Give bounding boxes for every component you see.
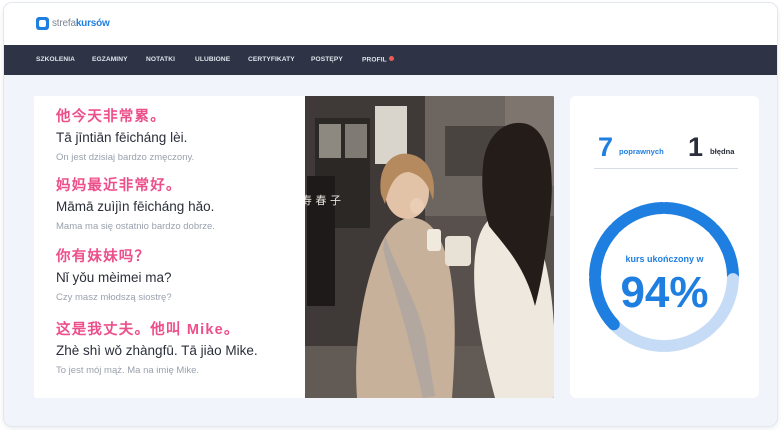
- phrase-hanzi: 这是我丈夫。他叫 Mike。: [56, 322, 240, 338]
- phrase-hanzi: 他今天非常累。: [56, 109, 166, 125]
- nav-item-szkolenia[interactable]: SZKOLENIA: [36, 56, 75, 63]
- nav-item-egzaminy[interactable]: EGZAMINY: [92, 56, 128, 63]
- nav-item-profil[interactable]: PROFIL: [362, 56, 394, 64]
- gauge-segment: [610, 321, 668, 352]
- gauge-caption: kurs ukończony w: [625, 254, 704, 264]
- phrase-pinyin: Tā jīntiān fēicháng lèi.: [56, 130, 188, 145]
- phrase-pinyin: Māmā zuìjìn fēicháng hǎo.: [56, 199, 215, 214]
- nav-item-certyfikaty[interactable]: CERTYFIKATY: [248, 56, 295, 63]
- nav-item-notatki[interactable]: NOTATKI: [146, 56, 175, 63]
- brand-logo[interactable]: strefakursów: [36, 17, 110, 30]
- phrases-card: 他今天非常累。 Tā jīntiān fēicháng lèi. On jest…: [34, 96, 554, 398]
- phrase-translation: To jest mój mąż. Ma na imię Mike.: [56, 365, 200, 376]
- wrong-label: błędna: [710, 147, 735, 156]
- brand-name: strefakursów: [52, 18, 110, 29]
- nav-item-profil-label: PROFIL: [362, 56, 387, 64]
- phrase-pinyin: Zhè shì wǒ zhàngfū. Tā jiào Mike.: [56, 343, 258, 358]
- gauge-segment: [660, 202, 718, 233]
- wrong-count: 1: [688, 132, 704, 162]
- phrase-translation: Mama ma się ostatnio bardzo dobrze.: [56, 221, 215, 232]
- phrase-translation: Czy masz młodszą siostrę?: [56, 292, 172, 303]
- gauge-value: 94%: [620, 268, 709, 317]
- lesson-photo-illustration: 寿 春 子: [305, 96, 554, 398]
- phrase-pinyin: Nǐ yǒu mèimei ma?: [56, 270, 172, 285]
- logo-icon: [36, 17, 49, 30]
- phrase-item: 你有妹妹吗？ Nǐ yǒu mèimei ma? Czy masz młodsz…: [56, 249, 306, 304]
- gauge-segment: [660, 321, 718, 352]
- phrase-item: 妈妈最近非常好。 Māmā zuìjìn fēicháng hǎo. Mama …: [56, 178, 306, 233]
- progress-card: 7 poprawnych 1 błędna kurs ukończony w 9…: [570, 96, 759, 398]
- nav-item-postepy[interactable]: POSTĘPY: [311, 56, 343, 63]
- phrase-hanzi: 你有妹妹吗？: [56, 249, 151, 265]
- nav-item-ulubione[interactable]: ULUBIONE: [195, 56, 230, 63]
- phrase-translation: On jest dzisiaj bardzo zmęczony.: [56, 152, 195, 163]
- brand-name-light: strefa: [52, 18, 76, 29]
- lesson-photo: 寿 春 子: [305, 96, 554, 398]
- sign-glyph: 寿 春 子: [305, 193, 341, 207]
- phrase-hanzi: 妈妈最近非常好。: [56, 178, 182, 194]
- notification-dot: [388, 56, 394, 61]
- correct-count: 7: [598, 132, 614, 162]
- brand-name-bold: kursów: [75, 18, 110, 29]
- gauge-segment: [589, 223, 620, 281]
- gauge-segment: [708, 223, 739, 281]
- divider: [594, 168, 738, 169]
- score-summary: 7 poprawnych 1 błędna: [570, 132, 759, 166]
- phrase-item: 这是我丈夫。他叫 Mike。 Zhè shì wǒ zhàngfū. Tā ji…: [56, 322, 306, 377]
- correct-label: poprawnych: [619, 147, 664, 156]
- top-bar: strefakursów: [4, 3, 777, 45]
- app-window: strefakursów SZKOLENIA EGZAMINY NOTATKI …: [4, 3, 777, 426]
- gauge-segment: [610, 202, 668, 233]
- phrase-item: 他今天非常累。 Tā jīntiān fēicháng lèi. On jest…: [56, 109, 306, 164]
- main-nav: SZKOLENIA EGZAMINY NOTATKI ULUBIONE CERT…: [4, 45, 777, 75]
